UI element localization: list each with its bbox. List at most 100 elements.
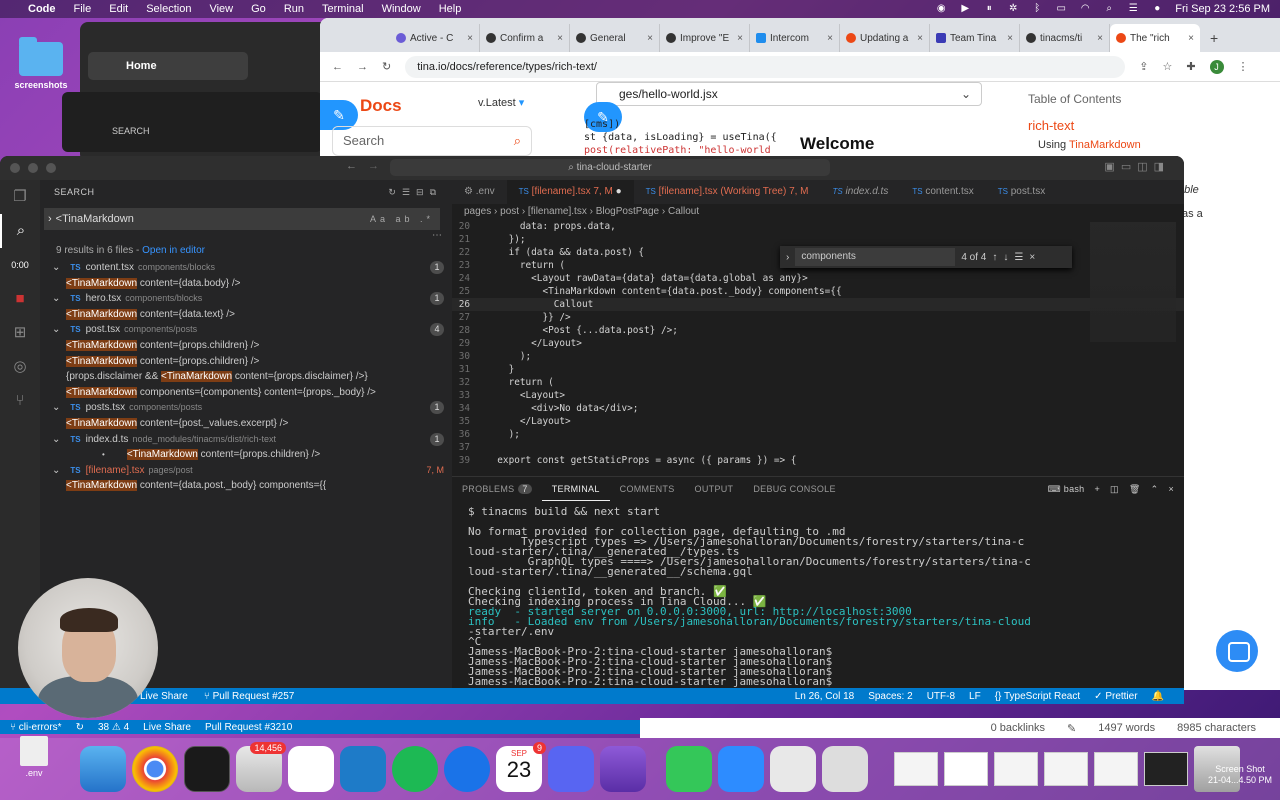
- code-line[interactable]: 39 export const getStaticProps = async (…: [452, 454, 1184, 467]
- close-icon[interactable]: ×: [917, 33, 923, 44]
- share-icon[interactable]: ⇪: [1139, 60, 1148, 73]
- search-options-icons[interactable]: Aa ab .*: [370, 208, 440, 230]
- close-icon[interactable]: ×: [827, 33, 833, 44]
- search-result-line[interactable]: <TinaMarkdown content={props.children} /…: [40, 447, 452, 463]
- chevron-down-icon[interactable]: ⌄: [52, 260, 60, 276]
- extensions-icon[interactable]: ⊞: [0, 316, 40, 350]
- trash-icon[interactable]: 🗑: [1129, 477, 1141, 501]
- search-result-file[interactable]: ⌄ TS [filename].tsx pages/post 7, M: [40, 463, 452, 479]
- code-line[interactable]: 20 data: props.data,: [452, 220, 1184, 233]
- minimize-dot[interactable]: [28, 163, 38, 173]
- chevron-down-icon[interactable]: ⌄: [52, 291, 60, 307]
- search-result-line[interactable]: <TinaMarkdown content={post._values.exce…: [40, 416, 452, 432]
- open-in-editor-link[interactable]: Open in editor: [142, 245, 205, 256]
- close-icon[interactable]: ×: [1029, 252, 1035, 263]
- status-language[interactable]: {} TypeScript React: [995, 691, 1080, 702]
- panel-tab-debug-console[interactable]: DEBUG CONSOLE: [743, 477, 845, 501]
- chevron-down-icon[interactable]: ⌄: [52, 400, 60, 416]
- discord-icon[interactable]: [548, 746, 594, 792]
- window-thumbnail[interactable]: [994, 752, 1038, 786]
- more-icon[interactable]: ⋯: [40, 231, 452, 242]
- pencil-icon[interactable]: ✎: [1067, 722, 1076, 735]
- code-line[interactable]: 28 <Post {...data.post} />;: [452, 324, 1184, 337]
- editor-tab[interactable]: ⚙ .env: [452, 180, 507, 204]
- status-branch[interactable]: ⑂ cli-errors*: [10, 722, 62, 733]
- photo-booth-icon[interactable]: [770, 746, 816, 792]
- panel-tab-problems[interactable]: PROBLEMS 7: [452, 477, 542, 501]
- close-icon[interactable]: ×: [647, 33, 653, 44]
- search-input[interactable]: › <TinaMarkdown Aa ab .*: [44, 208, 440, 230]
- terminal-icon[interactable]: [184, 746, 230, 792]
- mail-icon[interactable]: 14,456: [236, 742, 286, 792]
- desktop-screenshot-file[interactable]: Screen Shot 21-04...4.50 PM: [1204, 764, 1276, 786]
- status-indentation[interactable]: Spaces: 2: [868, 691, 912, 702]
- github-icon[interactable]: ◎: [0, 350, 40, 384]
- code-line[interactable]: 34 <div>No data</div>;: [452, 402, 1184, 415]
- search-result-line[interactable]: <TinaMarkdown components={components} co…: [40, 385, 452, 401]
- browser-tab[interactable]: Updating a ×: [840, 24, 930, 52]
- chevron-down-icon[interactable]: ⌄: [52, 432, 60, 448]
- code-line[interactable]: 31 }: [452, 363, 1184, 376]
- record-icon[interactable]: ◉: [935, 4, 947, 14]
- chat-widget-icon[interactable]: [1216, 630, 1258, 672]
- panel-tab-comments[interactable]: COMMENTS: [610, 477, 685, 501]
- close-icon[interactable]: ×: [1097, 33, 1103, 44]
- reload-icon[interactable]: ↻: [382, 60, 391, 73]
- search-result-file[interactable]: ⌄ TS post.tsx components/posts 4: [40, 322, 452, 338]
- sync-icon[interactable]: ↻: [76, 722, 84, 733]
- find-in-selection-icon[interactable]: ☰: [1014, 252, 1023, 263]
- browser-tab[interactable]: General ×: [570, 24, 660, 52]
- code-line[interactable]: 26 Callout: [452, 298, 1184, 311]
- finder-sidebar-home[interactable]: Home: [88, 52, 248, 80]
- menu-app-name[interactable]: Code: [18, 3, 65, 15]
- panel-tab-output[interactable]: OUTPUT: [685, 477, 744, 501]
- code-line[interactable]: 30 );: [452, 350, 1184, 363]
- record-stop-icon[interactable]: ■: [0, 282, 40, 316]
- zoom-dot[interactable]: [46, 163, 56, 173]
- status-pull-request[interactable]: ⑂ Pull Request #257: [204, 691, 295, 702]
- menu-edit[interactable]: Edit: [100, 3, 137, 15]
- status-eol[interactable]: LF: [969, 691, 981, 702]
- layout-icons[interactable]: ▣▭◫◨: [1104, 160, 1170, 173]
- docs-search-input[interactable]: Search ⌕: [332, 126, 532, 156]
- bluetooth-icon[interactable]: ᛒ: [1031, 4, 1043, 14]
- play-icon[interactable]: ▶: [959, 4, 971, 14]
- terminal-output[interactable]: $ tinacms build && next start No format p…: [452, 501, 1184, 687]
- code-filename-bar[interactable]: ges/hello-world.jsx ⌄: [596, 82, 982, 106]
- search-result-line[interactable]: <TinaMarkdown content={data.body} />: [40, 276, 452, 292]
- browser-tab[interactable]: tinacms/ti ×: [1020, 24, 1110, 52]
- search-result-line[interactable]: {props.disclaimer && <TinaMarkdown conte…: [40, 369, 452, 385]
- status-pull-request[interactable]: Pull Request #3210: [205, 722, 292, 733]
- menu-selection[interactable]: Selection: [137, 3, 200, 15]
- extension-icon[interactable]: ✚: [1186, 60, 1195, 73]
- code-line[interactable]: 36 );: [452, 428, 1184, 441]
- code-line[interactable]: 25 <TinaMarkdown content={data.post._bod…: [452, 285, 1184, 298]
- browser-tab[interactable]: Improve "E ×: [660, 24, 750, 52]
- menu-file[interactable]: File: [65, 3, 101, 15]
- window-thumbnail[interactable]: [1044, 752, 1088, 786]
- version-select[interactable]: v.Latest ▾: [478, 96, 524, 109]
- breadcrumb[interactable]: pages › post › [filename].tsx › BlogPost…: [452, 204, 1184, 220]
- code-line[interactable]: 24 <Layout rawData={data} data={data.glo…: [452, 272, 1184, 285]
- vscode-icon[interactable]: [340, 746, 386, 792]
- editor-tab[interactable]: TS content.tsx: [900, 180, 985, 204]
- desktop-file-env[interactable]: .env: [18, 736, 50, 778]
- arrow-down-icon[interactable]: ↓: [1003, 252, 1008, 263]
- finder-icon[interactable]: [80, 746, 126, 792]
- editor-tab-active[interactable]: TS [filename].tsx 7, M ●: [506, 180, 634, 204]
- chevron-down-icon[interactable]: ⌄: [52, 322, 60, 338]
- more-icon[interactable]: ⋮: [1238, 60, 1249, 73]
- new-tab-icon[interactable]: +: [1200, 30, 1228, 52]
- close-icon[interactable]: ×: [1168, 477, 1174, 501]
- backlinks-count[interactable]: 0 backlinks: [991, 722, 1045, 734]
- status-problems[interactable]: 38 ⚠ 4: [98, 722, 129, 733]
- window-thumbnail[interactable]: [944, 752, 988, 786]
- toc-item-using[interactable]: Using TinaMarkdown: [1028, 139, 1268, 151]
- search-result-line[interactable]: <TinaMarkdown content={data.text} />: [40, 307, 452, 323]
- browser-tab[interactable]: Confirm a ×: [480, 24, 570, 52]
- code-line[interactable]: 29 </Layout>: [452, 337, 1184, 350]
- star-icon[interactable]: ☆: [1162, 60, 1172, 73]
- code-line[interactable]: 35 </Layout>: [452, 415, 1184, 428]
- battery-icon[interactable]: ▭: [1055, 4, 1067, 14]
- search-result-file[interactable]: ⌄ TS index.d.ts node_modules/tinacms/dist/r…: [40, 432, 452, 448]
